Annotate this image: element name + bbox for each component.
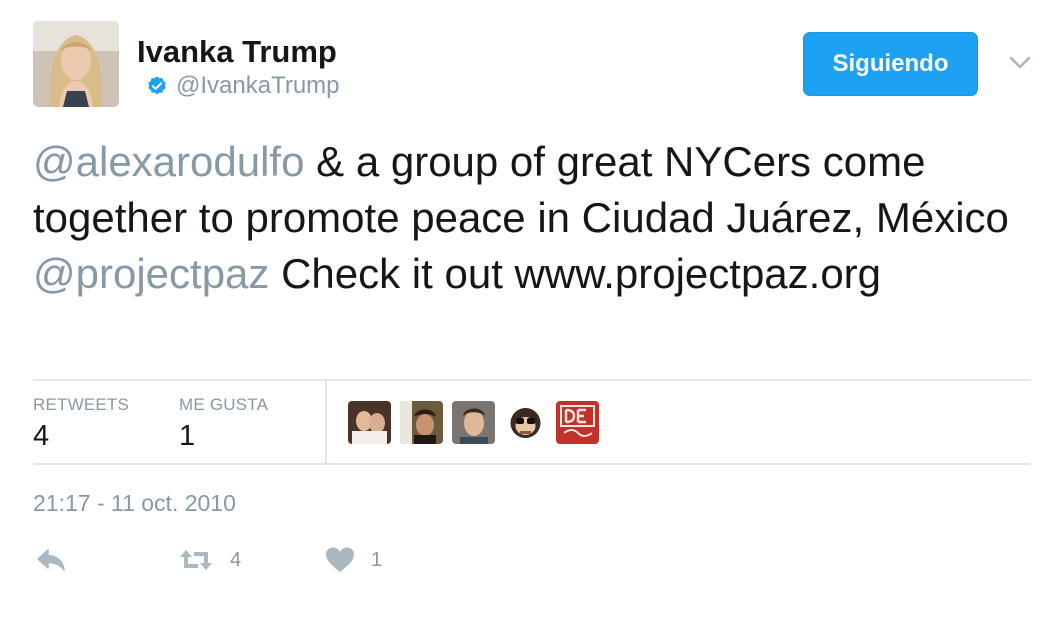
following-button[interactable]: Siguiendo bbox=[803, 32, 978, 96]
liker-avatar-3[interactable] bbox=[452, 401, 495, 444]
like-count: 1 bbox=[371, 548, 383, 571]
stats-vertical-divider bbox=[325, 381, 327, 464]
profile-avatar[interactable] bbox=[33, 21, 119, 107]
tweet-timestamp[interactable]: 21:17 - 11 oct. 2010 bbox=[33, 490, 236, 517]
divider bbox=[33, 379, 1031, 381]
retweets-label: RETWEETS bbox=[33, 395, 130, 414]
url-link[interactable]: www.projectpaz.org bbox=[515, 250, 882, 297]
handle-row: @IvankaTrump bbox=[146, 72, 340, 100]
reply-button[interactable] bbox=[35, 546, 67, 574]
reply-icon bbox=[37, 549, 65, 571]
retweets-count[interactable]: 4 bbox=[33, 420, 49, 453]
liker-avatars bbox=[348, 401, 608, 444]
liker-avatar-4[interactable] bbox=[504, 401, 547, 444]
heart-icon bbox=[326, 547, 354, 572]
retweet-button[interactable]: 4 bbox=[178, 546, 241, 574]
liker-avatar-2[interactable] bbox=[400, 401, 443, 444]
likes-count[interactable]: 1 bbox=[179, 420, 195, 453]
mention-link[interactable]: @projectpaz bbox=[33, 250, 269, 297]
divider bbox=[33, 463, 1031, 465]
retweet-icon bbox=[180, 550, 212, 570]
liker-avatar-5[interactable] bbox=[556, 401, 599, 444]
retweet-count: 4 bbox=[230, 548, 242, 571]
display-name[interactable]: Ivanka Trump bbox=[137, 34, 337, 70]
likes-label: ME GUSTA bbox=[179, 395, 269, 414]
mention-link[interactable]: @alexarodulfo bbox=[33, 138, 304, 185]
chevron-down-icon[interactable] bbox=[1007, 52, 1033, 72]
user-handle[interactable]: @IvankaTrump bbox=[176, 72, 340, 100]
verified-badge-icon bbox=[148, 76, 166, 95]
liker-avatar-1[interactable] bbox=[348, 401, 391, 444]
profile-photo bbox=[33, 21, 119, 107]
like-button[interactable]: 1 bbox=[325, 546, 382, 574]
tweet-text-segment: Check it out bbox=[269, 250, 515, 297]
tweet-text: @alexarodulfo & a group of great NYCers … bbox=[33, 134, 1033, 302]
